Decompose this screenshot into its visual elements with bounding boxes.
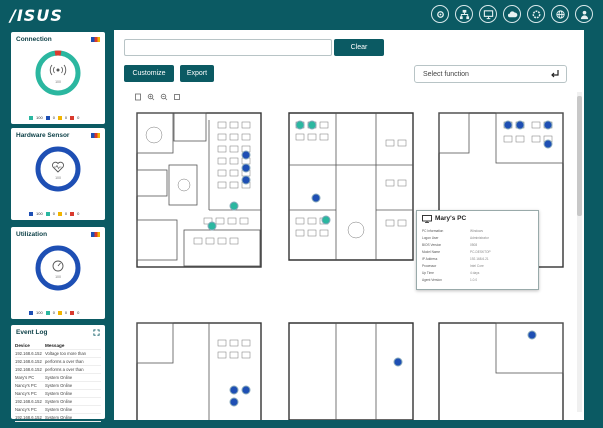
hardware-sensor-title: Hardware Sensor	[16, 132, 70, 139]
expand-icon[interactable]	[93, 329, 100, 336]
event-log-card[interactable]: Event Log Device Message 192.168.6.152 Vo…	[11, 325, 105, 422]
popup-row: BIOS Version 0508	[422, 243, 478, 247]
zoom-in-icon[interactable]	[147, 93, 155, 101]
floor-plan-6[interactable]	[436, 320, 566, 420]
floor-plan-4[interactable]	[134, 320, 264, 420]
table-row[interactable]: 192.168.6.152 Voltage too more than	[15, 350, 101, 358]
table-row[interactable]: Mary's PC System Online	[15, 374, 101, 382]
floor-map-panel: Clear Customize Export Select function M…	[114, 30, 584, 420]
connection-title: Connection	[16, 36, 52, 43]
gauge-icon	[52, 260, 64, 272]
popup-row: Up Time 4 days	[422, 271, 480, 275]
table-row[interactable]: 192.168.6.152 System Online	[15, 398, 101, 406]
utilization-legend: 100 0 0 0	[29, 310, 79, 315]
table-row[interactable]: 192.168.6.152 System Online	[15, 414, 101, 422]
monitor-icon	[422, 215, 432, 223]
table-row[interactable]: 192.168.6.152 performs a over than	[15, 358, 101, 366]
popup-title: Mary's PC	[435, 215, 467, 222]
floor-plan-1[interactable]	[134, 110, 264, 270]
zoom-out-icon[interactable]	[160, 93, 168, 101]
connection-legend: 100 0 0 0	[29, 115, 79, 120]
hardware-sensor-card[interactable]: Hardware Sensor 100 100 0 0 0	[11, 128, 105, 220]
device-markers	[527, 330, 537, 340]
popup-row: Processor Intel Core	[422, 264, 484, 268]
svg-text:100: 100	[55, 176, 61, 180]
utilization-title: Utilization	[16, 231, 48, 238]
table-row[interactable]: Nancy's PC System Online	[15, 406, 101, 414]
connection-ring: 100	[33, 48, 83, 98]
function-select-value: Select function	[423, 71, 469, 78]
clear-button[interactable]: Clear	[334, 39, 384, 56]
table-row[interactable]: 192.168.6.152 performs a over than	[15, 366, 101, 374]
table-row[interactable]: Nancy's PC System Online	[15, 390, 101, 398]
event-log-header: Device Message	[15, 342, 101, 350]
svg-text:100: 100	[55, 275, 61, 279]
fit-screen-icon[interactable]	[173, 93, 181, 101]
floor-plan-2[interactable]	[286, 110, 416, 270]
hardware-ring: 100	[33, 144, 83, 194]
settings-icon[interactable]	[527, 5, 545, 23]
bar-chart-icon	[91, 232, 100, 237]
asus-logo: /ISUS	[10, 6, 63, 25]
user-icon[interactable]	[575, 5, 593, 23]
globe-icon[interactable]	[551, 5, 569, 23]
hardware-legend: 100 0 0 0	[29, 211, 79, 216]
device-markers	[393, 357, 403, 367]
network-icon[interactable]	[455, 5, 473, 23]
export-button[interactable]: Export	[180, 65, 214, 82]
monitor-icon[interactable]	[479, 5, 497, 23]
utilization-card[interactable]: Utilization 100 100 0 0 0	[11, 227, 105, 319]
enter-icon[interactable]	[550, 69, 560, 79]
connection-card[interactable]: Connection 100 100 0 0 0	[11, 32, 105, 124]
scrollbar-thumb[interactable]	[577, 96, 582, 216]
popup-row: Model Name PC-DESKTOP	[422, 250, 491, 254]
document-icon[interactable]	[134, 93, 142, 101]
event-log-title: Event Log	[16, 329, 48, 336]
cloud-icon[interactable]	[503, 5, 521, 23]
popup-row: IP Address 192.168.6.21	[422, 257, 489, 261]
wireless-icon	[49, 64, 67, 76]
map-scrollbar[interactable]	[577, 92, 582, 412]
popup-row: Agent Version 1.0.0	[422, 278, 478, 282]
map-tools	[134, 93, 181, 101]
floor-plan-5[interactable]	[286, 320, 416, 420]
top-bar: /ISUS	[0, 0, 603, 30]
search-input[interactable]	[124, 39, 332, 56]
event-log-table: Device Message 192.168.6.152 Voltage too …	[15, 342, 101, 422]
customize-button[interactable]: Customize	[124, 65, 174, 82]
svg-text:100: 100	[55, 80, 61, 84]
popup-row: PC Information Windows	[422, 229, 483, 233]
device-info-popup: Mary's PC PC Information Windows Logon Us…	[416, 210, 539, 290]
heart-pulse-icon	[52, 161, 64, 173]
popup-row: Logon User Administrator	[422, 236, 489, 240]
utilization-ring: 100	[33, 243, 83, 293]
bar-chart-icon	[91, 37, 100, 42]
gear-icon[interactable]	[431, 5, 449, 23]
function-select[interactable]: Select function	[414, 65, 567, 83]
bar-chart-icon	[91, 133, 100, 138]
table-row[interactable]: Nancy's PC System Online	[15, 382, 101, 390]
top-icon-bar	[431, 5, 593, 23]
